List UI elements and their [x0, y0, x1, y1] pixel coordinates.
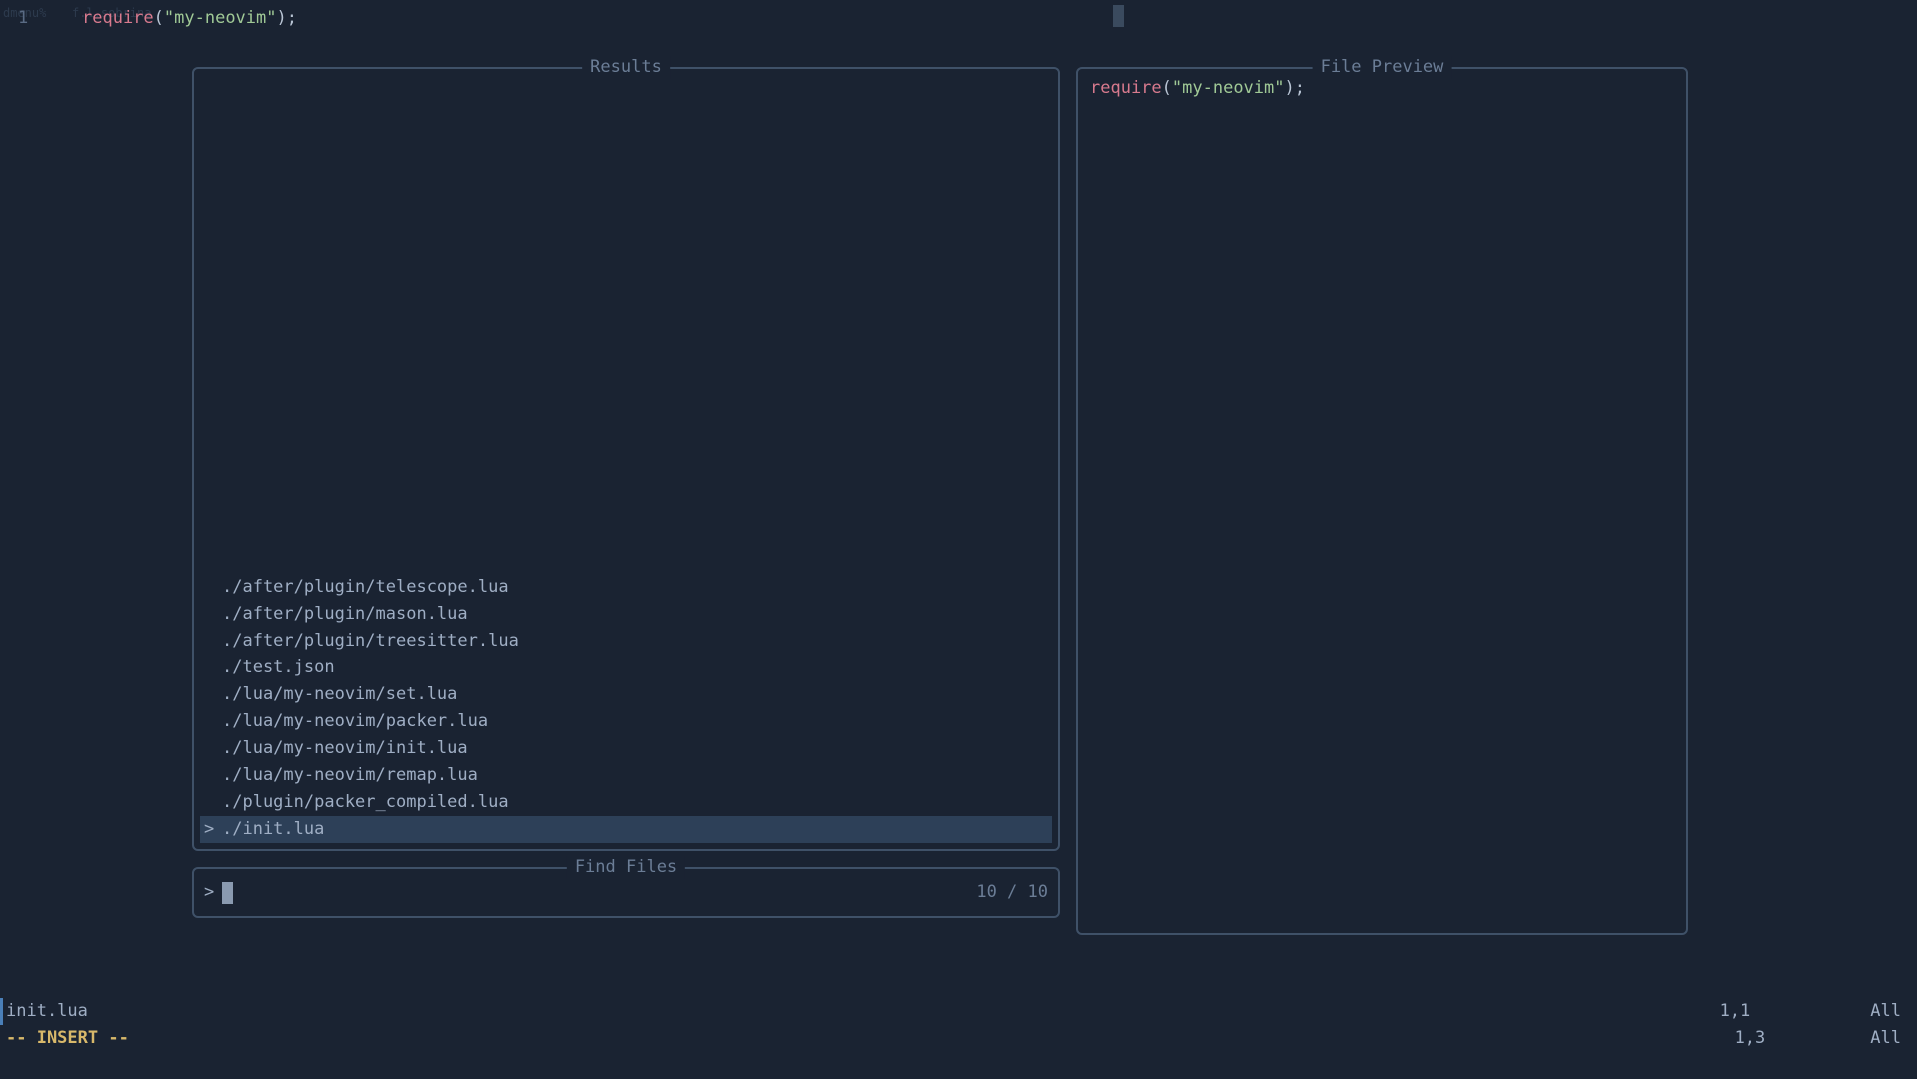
results-panel: Results ./after/plugin/telescope.lua ./a… — [192, 67, 1060, 851]
result-item-selected[interactable]: ./init.lua — [200, 816, 1052, 843]
find-files-panel[interactable]: Find Files > 10 / 10 — [192, 867, 1060, 918]
paren-close: ) — [277, 8, 287, 28]
result-count: 10 / 10 — [976, 881, 1048, 904]
prompt-caret-icon: > — [204, 881, 214, 904]
result-item[interactable]: ./lua/my-neovim/remap.lua — [200, 762, 1052, 789]
status-scroll: All — [1870, 1027, 1901, 1050]
paren-close: ) — [1285, 78, 1295, 98]
keyword-require: require — [82, 8, 154, 28]
statusline-marker — [0, 998, 3, 1025]
statusline-mode: -- INSERT -- 1,3 All — [0, 1025, 1917, 1052]
status-scroll: All — [1870, 1000, 1901, 1023]
editor-code-line[interactable]: require("my-neovim"); — [82, 7, 297, 30]
result-item[interactable]: ./lua/my-neovim/init.lua — [200, 735, 1052, 762]
status-position: 1,3 — [1735, 1027, 1766, 1050]
result-item[interactable]: ./after/plugin/telescope.lua — [200, 574, 1052, 601]
results-list: ./after/plugin/telescope.lua ./after/plu… — [200, 574, 1052, 843]
status-mode: -- INSERT -- — [6, 1027, 129, 1050]
result-item[interactable]: ./lua/my-neovim/set.lua — [200, 681, 1052, 708]
prompt-cursor — [222, 882, 233, 904]
string-literal: "my-neovim" — [164, 8, 277, 28]
preview-title: File Preview — [1313, 56, 1452, 79]
result-item[interactable]: ./test.json — [200, 654, 1052, 681]
status-filename: init.lua — [6, 1000, 88, 1023]
semicolon: ; — [1295, 78, 1305, 98]
paren-open: ( — [1162, 78, 1172, 98]
result-item[interactable]: ./after/plugin/mason.lua — [200, 601, 1052, 628]
preview-panel: File Preview require("my-neovim"); — [1076, 67, 1688, 935]
string-literal: "my-neovim" — [1172, 78, 1285, 98]
semicolon: ; — [287, 8, 297, 28]
result-item[interactable]: ./after/plugin/treesitter.lua — [200, 628, 1052, 655]
result-item[interactable]: ./lua/my-neovim/packer.lua — [200, 708, 1052, 735]
results-title: Results — [582, 56, 670, 79]
result-item[interactable]: ./plugin/packer_compiled.lua — [200, 789, 1052, 816]
line-number: 1 — [18, 7, 28, 30]
cursor-marker — [1113, 5, 1124, 27]
status-position: 1,1 — [1720, 1000, 1751, 1023]
statusline-file: init.lua 1,1 All — [0, 998, 1917, 1025]
keyword-require: require — [1090, 78, 1162, 98]
find-files-title: Find Files — [567, 856, 685, 879]
paren-open: ( — [154, 8, 164, 28]
